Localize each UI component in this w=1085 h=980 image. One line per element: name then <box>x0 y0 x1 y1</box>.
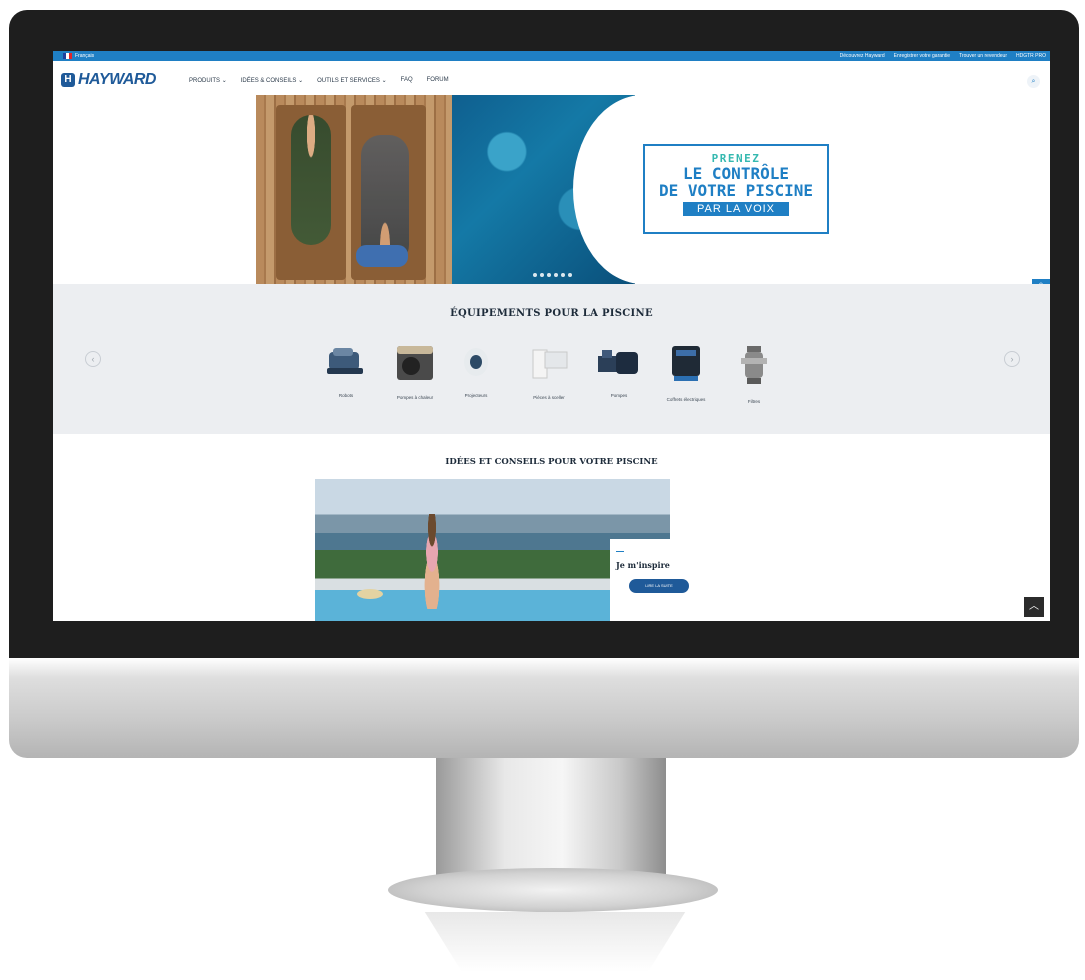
product-label: Projecteurs <box>464 393 488 398</box>
electric-box-icon <box>672 346 700 381</box>
product-projectors[interactable]: Projecteurs <box>443 344 509 399</box>
browser-screen: Français Découvrez Hayward Enregistrer v… <box>53 51 1050 621</box>
product-label: Pompes à chaleur <box>396 395 434 400</box>
language-label: Français <box>75 53 95 59</box>
utility-link[interactable]: HDGTR PRO <box>1016 51 1046 61</box>
monitor-chin <box>9 658 1079 758</box>
slider-dot[interactable] <box>561 273 565 277</box>
equipment-section: ÉQUIPEMENTS POUR LA PISCINE ‹ › Robots P… <box>53 284 1050 434</box>
product-skimmers[interactable]: Pièces à sceller <box>516 344 582 401</box>
promo-line-3: DE VOTRE PISCINE <box>658 181 814 200</box>
promo-line-2: LE CONTRÔLE <box>683 164 789 183</box>
stand-reflection <box>424 912 686 972</box>
search-icon: ⌕ <box>1031 78 1036 85</box>
slider-dots <box>533 273 572 277</box>
chevron-down-icon: ⌄ <box>381 78 387 84</box>
utility-link[interactable]: Trouver un revendeur <box>959 51 1007 61</box>
product-label: Robots <box>338 393 354 398</box>
carousel-prev-button[interactable]: ‹ <box>85 351 101 367</box>
product-label: Filtres <box>747 399 761 404</box>
product-label: Pièces à sceller <box>533 395 565 400</box>
logo-mark: H <box>61 73 75 87</box>
filter-icon <box>741 346 767 384</box>
search-button[interactable]: ⌕ <box>1027 75 1040 88</box>
girl-image <box>415 514 449 609</box>
card-title: Je m'inspire <box>616 560 670 570</box>
chevron-left-icon: ‹ <box>91 354 95 364</box>
chevron-up-icon: ︿ <box>1029 601 1039 612</box>
scroll-to-top-button[interactable]: ︿ <box>1024 597 1044 617</box>
hero-promo-box[interactable]: PRENEZ LE CONTRÔLE DE VOTRE PISCINE PAR … <box>643 144 829 234</box>
pillow-image <box>356 245 408 267</box>
person-image <box>291 115 331 245</box>
logo-text: HAYWARD <box>78 71 156 88</box>
skimmer-icon <box>532 349 568 379</box>
nav-item-faq[interactable]: FAQ <box>401 77 413 84</box>
read-more-button[interactable]: LIRE LA SUITE <box>629 579 689 593</box>
equipment-title: ÉQUIPEMENTS POUR LA PISCINE <box>450 308 653 319</box>
inspiration-card: Je m'inspire LIRE LA SUITE <box>610 539 689 621</box>
product-robots[interactable]: Robots <box>313 344 379 399</box>
ideas-title: IDÉES ET CONSEILS POUR VOTRE PISCINE <box>445 457 658 467</box>
product-label: Pompes <box>610 393 628 398</box>
hayward-logo[interactable]: H HAYWARD <box>61 71 156 89</box>
nav-item-produits[interactable]: PRODUITS ⌄ <box>189 77 227 84</box>
top-utility-bar: Français Découvrez Hayward Enregistrer v… <box>53 51 1050 61</box>
nav-item-forum[interactable]: FORUM <box>427 77 449 84</box>
chevron-down-icon: ⌄ <box>298 78 304 84</box>
product-label: Coffrets électriques <box>666 397 706 402</box>
projector-icon <box>464 348 488 376</box>
promo-line-4: PAR LA VOIX <box>682 202 790 216</box>
chevron-down-icon: ⌄ <box>221 78 227 84</box>
main-menu: PRODUITS ⌄ IDÉES & CONSEILS ⌄ OUTILS ET … <box>189 77 449 84</box>
slider-dot[interactable] <box>533 273 537 277</box>
language-selector[interactable]: Français <box>63 51 94 61</box>
wooden-deck-image <box>256 95 456 284</box>
slider-dot[interactable] <box>540 273 544 277</box>
product-electric-boxes[interactable]: Coffrets électriques <box>653 344 719 403</box>
product-heat-pump[interactable]: Pompes à chaleur <box>382 344 448 401</box>
chevron-right-icon: › <box>1010 354 1014 364</box>
utility-links: Découvrez Hayward Enregistrer votre gara… <box>840 51 1046 61</box>
nav-item-outils-services[interactable]: OUTILS ET SERVICES ⌄ <box>317 77 387 84</box>
main-navbar: H HAYWARD PRODUITS ⌄ IDÉES & CONSEILS ⌄ … <box>53 61 1050 95</box>
monitor-stand <box>436 758 666 883</box>
carousel-next-button[interactable]: › <box>1004 351 1020 367</box>
product-pumps[interactable]: Pompes <box>586 344 652 399</box>
robot-icon <box>327 348 363 374</box>
slider-dot[interactable] <box>554 273 558 277</box>
french-flag-icon <box>63 53 72 59</box>
nav-item-idees-conseils[interactable]: IDÉES & CONSEILS ⌄ <box>241 77 303 84</box>
hat-image <box>357 589 383 599</box>
utility-link[interactable]: Enregistrer votre garantie <box>894 51 950 61</box>
pump-icon <box>598 350 638 374</box>
slider-dot[interactable] <box>568 273 572 277</box>
utility-link[interactable]: Découvrez Hayward <box>840 51 885 61</box>
card-accent-line <box>616 551 624 552</box>
slider-dot[interactable] <box>547 273 551 277</box>
heat-pump-icon <box>397 346 433 380</box>
product-filters[interactable]: Filtres <box>721 344 787 405</box>
monitor-stand-base <box>388 868 718 912</box>
